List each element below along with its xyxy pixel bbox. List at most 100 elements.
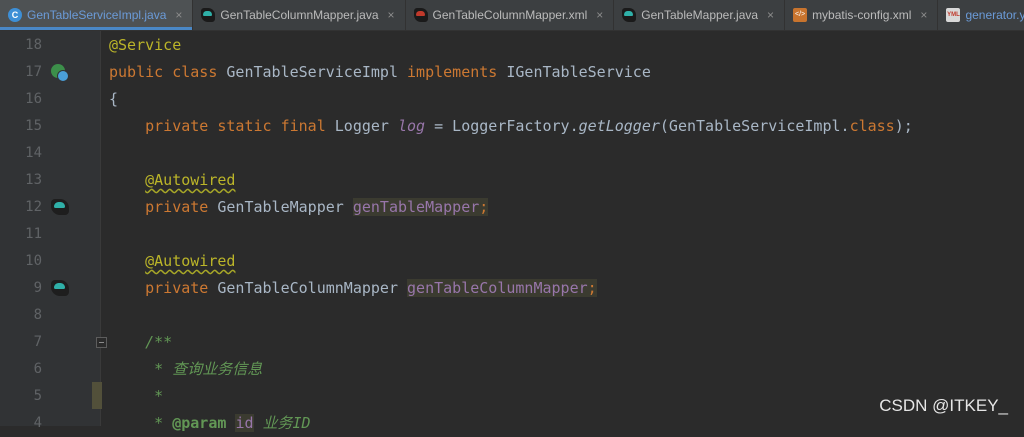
code-token: GenTableServiceImpl bbox=[226, 63, 408, 81]
tab-label: generator.yml bbox=[965, 8, 1024, 22]
line-number: 10 bbox=[25, 253, 42, 269]
code-line[interactable]: 10 @Autowired bbox=[25, 248, 1024, 275]
mybatis-bird-icon bbox=[622, 8, 637, 22]
code-text: public class GenTableServiceImpl impleme… bbox=[109, 59, 651, 86]
line-number: 8 bbox=[33, 307, 42, 323]
code-text: * bbox=[109, 383, 163, 410]
code-token: ; bbox=[479, 198, 489, 216]
code-token: * 查询业务信息 bbox=[154, 360, 263, 378]
code-line[interactable]: 9 private GenTableColumnMapper genTableC… bbox=[34, 275, 1024, 302]
code-editor[interactable]: 18 @Service 17 public class GenTableService… bbox=[25, 31, 1024, 432]
code-token: { bbox=[109, 90, 119, 108]
tab-1[interactable]: GenTableColumnMapper.java × bbox=[193, 0, 406, 30]
code-token: @Service bbox=[109, 36, 182, 54]
code-text: private GenTableColumnMapper genTableCol… bbox=[109, 275, 597, 302]
code-token: public class bbox=[109, 63, 227, 81]
code-line[interactable]: 16 { bbox=[25, 86, 1024, 113]
code-token: getLogger bbox=[578, 117, 660, 135]
java-class-icon: C bbox=[8, 8, 22, 22]
fold-toggle-icon[interactable] bbox=[96, 337, 107, 348]
tab-label: GenTableServiceImpl.java bbox=[27, 8, 167, 22]
code-line[interactable]: 18 @Service bbox=[25, 32, 1024, 59]
code-line[interactable]: 12 private GenTableMapper genTableMapper… bbox=[25, 194, 1024, 221]
line-number: 17 bbox=[25, 64, 42, 80]
code-line[interactable]: 17 public class GenTableServiceImpl imple… bbox=[25, 59, 1024, 86]
code-token: = LoggerFactory. bbox=[425, 117, 579, 135]
line-number: 18 bbox=[25, 37, 42, 53]
code-token: 业务ID bbox=[253, 414, 311, 432]
code-text: @Autowired bbox=[109, 167, 235, 194]
code-token: genTableMapper bbox=[352, 198, 480, 216]
close-tab-icon[interactable]: × bbox=[596, 8, 603, 22]
code-token: log bbox=[398, 117, 426, 135]
code-text: * 查询业务信息 bbox=[109, 356, 262, 383]
code-token: private static final bbox=[145, 117, 335, 135]
line-number: 14 bbox=[25, 145, 42, 161]
code-token: GenTableMapper bbox=[217, 198, 353, 216]
close-tab-icon[interactable]: × bbox=[388, 8, 395, 22]
code-token: (GenTableServiceImpl. bbox=[659, 117, 850, 135]
tab-0[interactable]: C GenTableServiceImpl.java × bbox=[0, 0, 194, 30]
code-text: private static final Logger log = Logger… bbox=[109, 113, 913, 140]
code-line[interactable]: 8 bbox=[34, 302, 1024, 329]
tab-4[interactable]: </> mybatis-config.xml × bbox=[785, 0, 939, 30]
code-text: /** bbox=[109, 329, 172, 356]
yml-file-icon: YML bbox=[946, 8, 961, 22]
code-text: { bbox=[109, 86, 118, 113]
tab-3[interactable]: GenTableMapper.java × bbox=[614, 0, 786, 30]
code-token: GenTableColumnMapper bbox=[217, 279, 408, 297]
tab-5[interactable]: YML generator.yml bbox=[938, 0, 1024, 30]
implements-interface-icon[interactable] bbox=[51, 64, 69, 82]
code-token: * bbox=[154, 387, 164, 405]
code-token: Logger bbox=[334, 117, 398, 135]
close-tab-icon[interactable]: × bbox=[175, 8, 182, 22]
line-number: 7 bbox=[33, 334, 42, 350]
code-token: /** bbox=[145, 333, 173, 351]
mybatis-navigate-icon[interactable] bbox=[51, 280, 69, 296]
code-line[interactable]: 14 bbox=[25, 140, 1024, 167]
tab-label: GenTableColumnMapper.java bbox=[220, 8, 379, 22]
code-line[interactable]: 7 /** bbox=[34, 329, 1024, 356]
code-text: private GenTableMapper genTableMapper; bbox=[109, 194, 489, 221]
code-line[interactable]: 15 private static final Logger log = Log… bbox=[25, 113, 1024, 140]
editor-tab-bar: C GenTableServiceImpl.java × GenTableColumn… bbox=[0, 0, 1024, 31]
code-token: @param bbox=[172, 414, 227, 432]
code-token: IGenTableService bbox=[506, 63, 651, 81]
code-token: genTableColumnMapper bbox=[407, 279, 588, 297]
line-number: 11 bbox=[25, 226, 42, 242]
code-text: @Service bbox=[109, 32, 181, 59]
tab-2[interactable]: GenTableColumnMapper.xml × bbox=[406, 0, 615, 30]
code-line[interactable]: 11 bbox=[25, 221, 1024, 248]
code-token: class bbox=[849, 117, 895, 135]
close-tab-icon[interactable]: × bbox=[920, 8, 927, 22]
code-token: implements bbox=[407, 63, 507, 81]
code-token: @Autowired bbox=[145, 171, 236, 189]
watermark: CSDN @ITKEY_ bbox=[879, 396, 1008, 415]
code-token: * bbox=[154, 414, 173, 432]
line-number: 13 bbox=[25, 172, 42, 188]
code-line[interactable]: 13 @Autowired bbox=[25, 167, 1024, 194]
line-number: 5 bbox=[33, 388, 42, 404]
code-line[interactable]: 6 * 查询业务信息 bbox=[34, 356, 1024, 383]
line-number: 12 bbox=[25, 199, 42, 215]
close-tab-icon[interactable]: × bbox=[767, 8, 774, 22]
line-number: 4 bbox=[33, 415, 42, 431]
code-token: id bbox=[235, 414, 254, 432]
xml-file-icon: </> bbox=[793, 8, 808, 22]
line-number: 9 bbox=[33, 280, 42, 296]
code-token: @Autowired bbox=[145, 252, 236, 270]
line-number: 15 bbox=[25, 118, 42, 134]
mybatis-navigate-icon[interactable] bbox=[51, 199, 69, 215]
tab-label: GenTableColumnMapper.xml bbox=[432, 8, 588, 22]
code-text: * @param id 业务ID bbox=[109, 410, 311, 437]
tab-label: mybatis-config.xml bbox=[812, 8, 912, 22]
